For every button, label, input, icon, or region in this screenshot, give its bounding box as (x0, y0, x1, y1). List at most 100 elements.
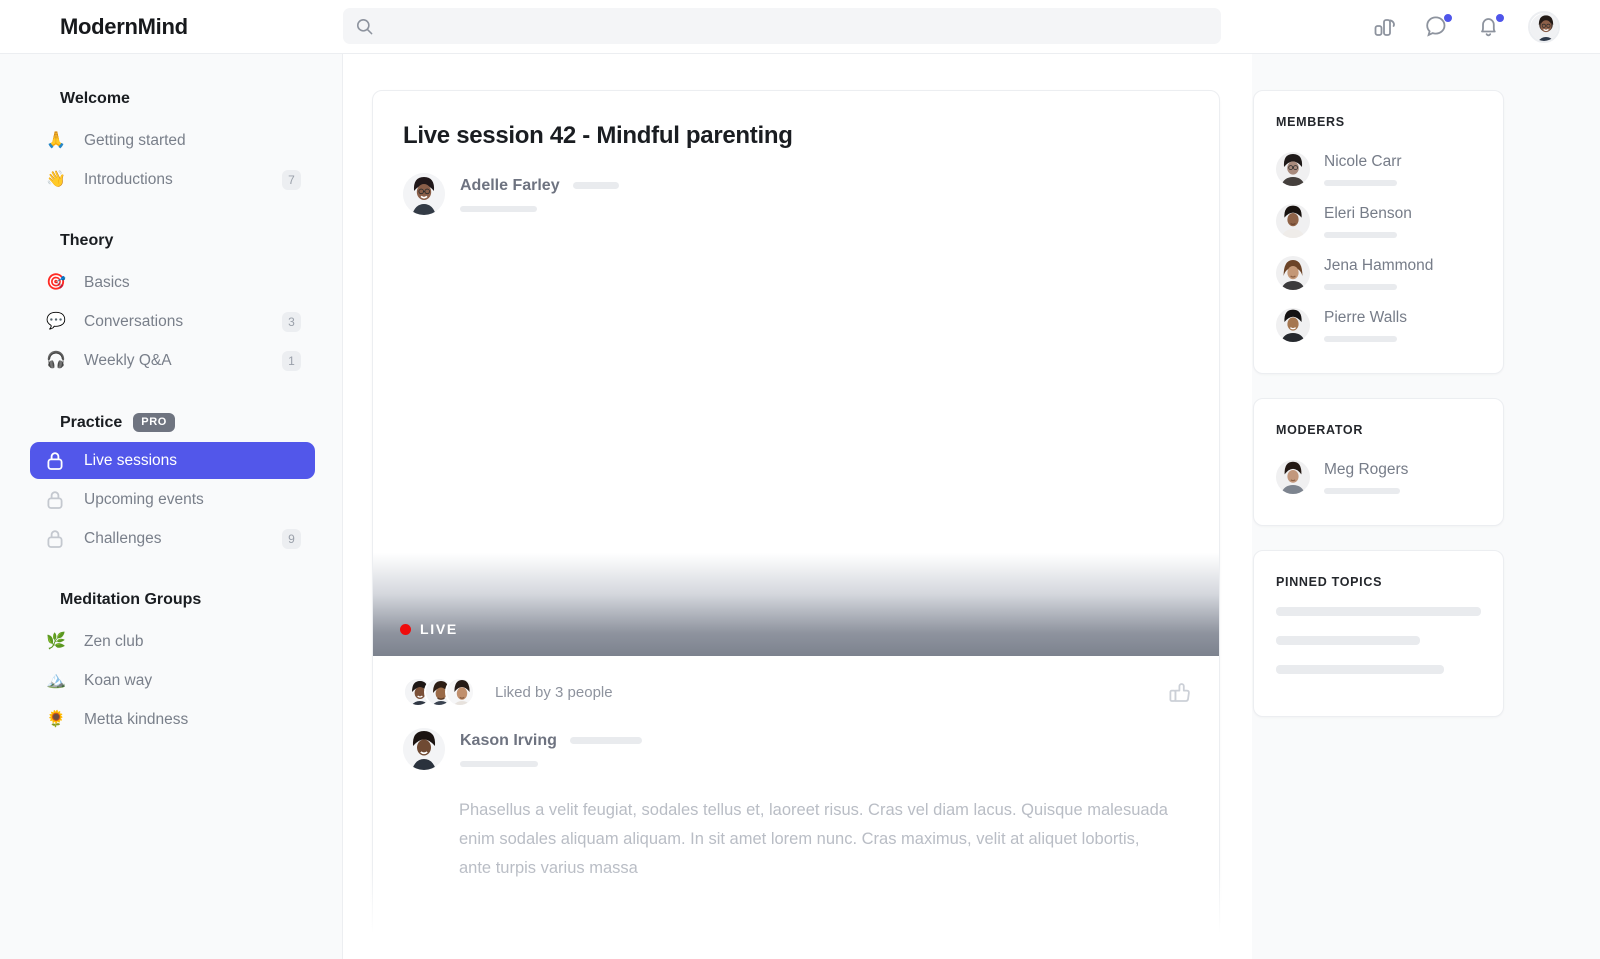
post-author-meta: Adelle Farley (460, 177, 619, 212)
lock-icon (46, 490, 70, 510)
members-card-title: MEMBERS (1276, 115, 1345, 129)
pinned-topic-placeholder[interactable] (1276, 607, 1481, 616)
list-item-meta: Pierre Walls (1324, 309, 1407, 342)
sidebar-item-count: 3 (282, 311, 301, 332)
pro-badge: PRO (133, 413, 175, 432)
sidebar-item-count: 9 (282, 528, 301, 549)
left-sidebar: Welcome 🙏 Getting started 👋 Introduction… (0, 54, 343, 959)
sidebar-item-koan-way[interactable]: 🏔️ Koan way (30, 662, 315, 699)
sidebar-item-getting-started[interactable]: 🙏 Getting started (30, 122, 315, 159)
member-name: Pierre Walls (1324, 308, 1407, 326)
list-item-meta: Eleri Benson (1324, 205, 1412, 238)
thumbs-up-icon[interactable] (1167, 680, 1192, 705)
sidebar-item-label: Koan way (84, 671, 153, 689)
sidebar-item-zen-club[interactable]: 🌿 Zen club (30, 623, 315, 660)
comment-author-meta: Kason Irving (460, 732, 642, 767)
live-video-player[interactable]: LIVE (373, 236, 1219, 656)
avatar (1276, 152, 1310, 186)
list-item[interactable]: Eleri Benson (1276, 195, 1481, 247)
avatar (1276, 204, 1310, 238)
member-subtext-placeholder (1324, 283, 1397, 290)
list-item[interactable]: Pierre Walls (1276, 299, 1481, 351)
analytics-icon[interactable] (1372, 14, 1398, 40)
sidebar-item-label: Getting started (84, 131, 186, 149)
member-subtext-placeholder (1324, 335, 1397, 342)
avatar[interactable] (1528, 11, 1560, 43)
sidebar-group-title: Theory (60, 232, 114, 249)
praying-hands-icon: 🙏 (46, 131, 66, 149)
comment-text: Phasellus a velit feugiat, sodales tellu… (459, 801, 1168, 877)
right-sidebar: MEMBERS Nicole Carr Eleri Benson Jena Ha… (1252, 54, 1600, 959)
member-subtext-placeholder (1324, 179, 1397, 186)
messages-icon[interactable] (1424, 13, 1453, 40)
sidebar-group-practice: Practice PRO Live sessions Upcoming even… (0, 413, 342, 557)
moderator-subtext-placeholder (1324, 487, 1400, 494)
avatar[interactable] (403, 173, 445, 215)
sidebar-group-title: Practice PRO (0, 413, 342, 442)
pinned-topics-placeholders (1276, 603, 1481, 674)
sidebar-item-label: Zen club (84, 632, 144, 650)
avatar (1276, 308, 1310, 342)
sidebar-item-weekly-qa[interactable]: 🎧 Weekly Q&A 1 (30, 342, 315, 379)
herb-icon: 🌿 (46, 632, 66, 650)
sidebar-item-metta-kindness[interactable]: 🌻 Metta kindness (30, 701, 315, 738)
sidebar-item-challenges[interactable]: Challenges 9 (30, 520, 315, 557)
app-logo[interactable]: ModernMind (60, 14, 188, 40)
search-bar[interactable] (343, 8, 1221, 44)
like-avatar-stack[interactable] (403, 677, 475, 707)
comment-subtext-placeholder (460, 760, 538, 767)
lock-icon (46, 529, 70, 549)
live-label: LIVE (420, 621, 458, 637)
mountain-icon: 🏔️ (46, 671, 66, 689)
moderator-card-title: MODERATOR (1276, 423, 1364, 437)
moderator-name: Meg Rogers (1324, 460, 1409, 478)
pinned-topic-placeholder[interactable] (1276, 636, 1420, 645)
notifications-icon[interactable] (1476, 13, 1505, 40)
pinned-topics-card-title: PINNED TOPICS (1276, 575, 1383, 589)
search-input[interactable] (384, 18, 1209, 34)
lock-icon (46, 451, 70, 471)
list-item[interactable]: Nicole Carr (1276, 143, 1481, 195)
live-indicator-dot (400, 623, 411, 635)
member-name: Eleri Benson (1324, 204, 1412, 222)
main-content: Live session 42 - Mindful parenting Adel… (343, 54, 1252, 959)
post-likes-row: Liked by 3 people (373, 656, 1219, 728)
sidebar-item-live-sessions[interactable]: Live sessions (30, 442, 315, 479)
top-bar-actions (1372, 0, 1560, 54)
sidebar-item-label: Conversations (84, 312, 184, 330)
waving-hand-icon: 👋 (46, 170, 66, 188)
member-name: Jena Hammond (1324, 256, 1434, 274)
search-icon (355, 17, 374, 36)
sidebar-item-label: Challenges (84, 529, 162, 547)
pinned-topics-card: PINNED TOPICS (1253, 550, 1504, 717)
top-navigation-bar: ModernMind (0, 0, 1600, 54)
avatar (1276, 460, 1310, 494)
sidebar-item-basics[interactable]: 🎯 Basics (30, 264, 315, 301)
sidebar-item-upcoming-events[interactable]: Upcoming events (30, 481, 315, 518)
speech-balloon-icon: 💬 (46, 312, 66, 330)
pinned-topic-placeholder[interactable] (1276, 665, 1445, 674)
list-item-meta: Meg Rogers (1324, 461, 1408, 494)
member-name: Nicole Carr (1324, 152, 1402, 170)
sidebar-group-title: Welcome (60, 90, 130, 107)
sidebar-item-label: Basics (84, 273, 130, 291)
video-overlay-gradient (373, 553, 1219, 656)
sidebar-item-label: Metta kindness (84, 710, 189, 728)
sidebar-item-label: Live sessions (84, 451, 178, 469)
sunflower-icon: 🌻 (46, 710, 66, 728)
comment-author-name: Kason Irving (460, 731, 557, 749)
author-meta-placeholder (572, 182, 619, 189)
post-author: Adelle Farley (403, 173, 1219, 215)
author-subtext-placeholder (460, 205, 537, 212)
sidebar-item-introductions[interactable]: 👋 Introductions 7 (30, 161, 315, 198)
sidebar-group-theory: Theory 🎯 Basics 💬 Conversations 3 🎧 Week… (0, 232, 342, 379)
list-item[interactable]: Jena Hammond (1276, 247, 1481, 299)
comment-meta-placeholder (569, 737, 642, 744)
avatar[interactable] (403, 728, 445, 770)
sidebar-item-conversations[interactable]: 💬 Conversations 3 (30, 303, 315, 340)
member-subtext-placeholder (1324, 231, 1397, 238)
headphones-icon: 🎧 (46, 351, 66, 369)
list-item[interactable]: Meg Rogers (1276, 451, 1481, 503)
